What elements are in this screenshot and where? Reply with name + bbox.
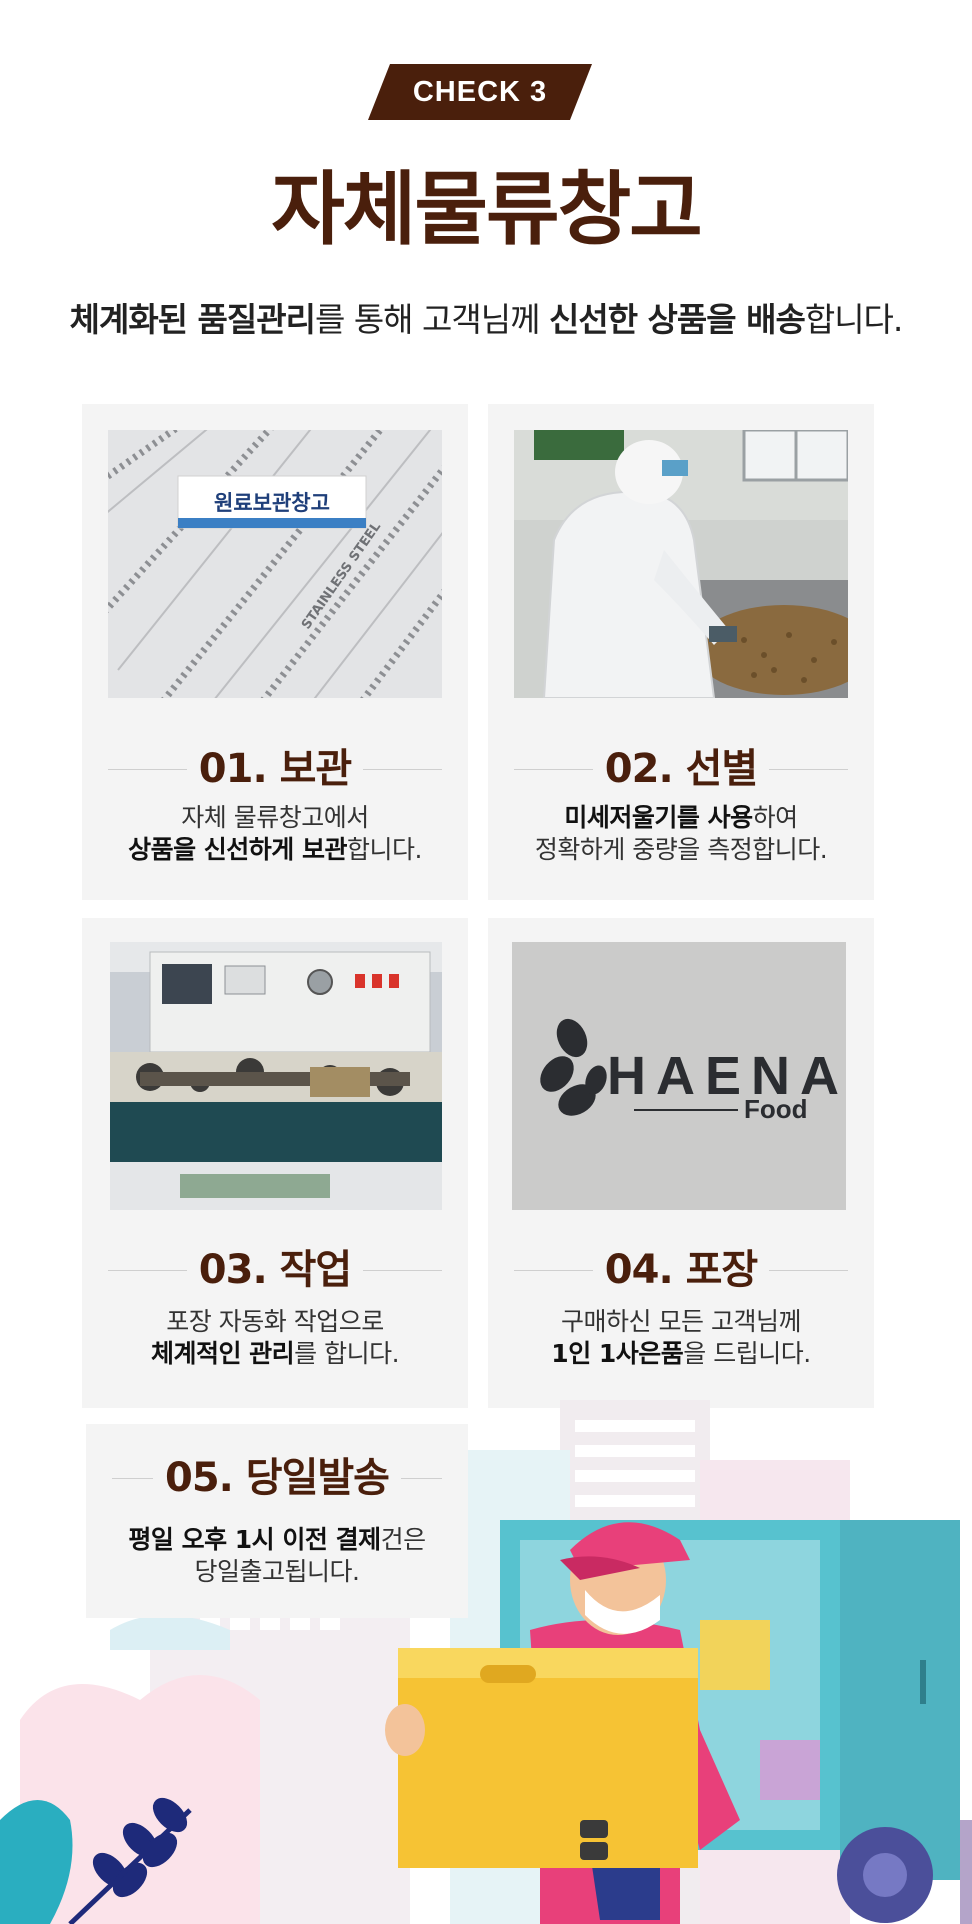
desc-text: 를 합니다. xyxy=(294,1339,400,1368)
step-title: 04. 포장 xyxy=(488,1244,874,1296)
step-title: 05. 당일발송 xyxy=(86,1452,468,1504)
logo-photo: HAENA Food xyxy=(512,942,846,1210)
desc-bold: 평일 오후 1시 이전 결제 xyxy=(128,1525,381,1554)
subtitle-text-2: 합니다. xyxy=(804,300,904,339)
step-card-work: 03. 작업 포장 자동화 작업으로 체계적인 관리를 합니다. xyxy=(82,918,468,1408)
logo-main-text: HAENA xyxy=(607,1046,846,1106)
step-desc-line-2: 상품을 신선하게 보관합니다. xyxy=(82,834,468,866)
desc-text: 합니다. xyxy=(346,835,422,864)
desc-bold: 체계적인 관리 xyxy=(150,1339,295,1368)
desc-text: 건은 xyxy=(380,1525,427,1554)
subtitle-bold-1: 체계화된 품질관리 xyxy=(69,300,316,339)
step-card-dispatch: 05. 당일발송 평일 오후 1시 이전 결제건은 당일출고됩니다. xyxy=(86,1424,468,1618)
step-title-text: 01. 보관 xyxy=(186,746,364,792)
logo-sub-text: Food xyxy=(744,1094,808,1124)
step-desc-line-1: 미세저울기를 사용하여 xyxy=(488,802,874,834)
desc-bold: 미세저울기를 사용 xyxy=(564,803,753,832)
step-desc-line-1: 자체 물류창고에서 xyxy=(82,802,468,834)
step-desc-line-1: 평일 오후 1시 이전 결제건은 xyxy=(86,1524,468,1556)
page-title: 자체물류창고 xyxy=(271,163,703,256)
step-desc-line-1: 포장 자동화 작업으로 xyxy=(82,1306,468,1338)
desc-text: 자체 물류창고에서 xyxy=(181,803,369,832)
step-desc-line-2: 당일출고됩니다. xyxy=(86,1556,468,1588)
desc-text: 구매하신 모든 고객님께 xyxy=(561,1307,801,1336)
warehouse-sign-text: 원료보관창고 xyxy=(214,491,330,515)
subtitle-text-1: 를 통해 고객님께 xyxy=(314,300,549,339)
desc-text: 을 드립니다. xyxy=(683,1339,811,1368)
desc-text: 당일출고됩니다. xyxy=(194,1557,360,1586)
step-card-packing: HAENA Food 04. 포장 구매하신 모든 고객님께 1인 1사은품을 … xyxy=(488,918,874,1408)
badge-label: CHECK 3 xyxy=(412,76,548,108)
step-title-text: 05. 당일발송 xyxy=(153,1455,401,1501)
step-desc-line-2: 정확하게 중량을 측정합니다. xyxy=(488,834,874,866)
page-subtitle: 체계화된 품질관리를 통해 고객님께 신선한 상품을 배송합니다. xyxy=(0,298,972,342)
check-badge: CHECK 3 xyxy=(368,64,592,120)
haena-food-logo-image: HAENA Food xyxy=(512,942,846,1210)
desc-text: 포장 자동화 작업으로 xyxy=(166,1307,384,1336)
desc-bold: 1인 1사은품 xyxy=(551,1339,684,1368)
machine-photo xyxy=(110,942,442,1210)
step-title-text: 02. 선별 xyxy=(592,746,770,792)
subtitle-bold-2: 신선한 상품을 배송 xyxy=(548,300,806,339)
step-card-sorting: 02. 선별 미세저울기를 사용하여 정확하게 중량을 측정합니다. xyxy=(488,404,874,900)
step-title-text: 04. 포장 xyxy=(592,1247,770,1293)
step-desc-line-1: 구매하신 모든 고객님께 xyxy=(488,1306,874,1338)
warehouse-photo: 원료보관창고 STAINLESS STEEL xyxy=(108,430,442,698)
step-desc-line-2: 1인 1사은품을 드립니다. xyxy=(488,1338,874,1370)
desc-text: 하여 xyxy=(752,803,799,832)
sorting-photo xyxy=(514,430,848,698)
step-desc-line-2: 체계적인 관리를 합니다. xyxy=(82,1338,468,1370)
step-title: 01. 보관 xyxy=(82,743,468,795)
worker-sorting-image xyxy=(514,430,848,698)
step-title-text: 03. 작업 xyxy=(186,1247,364,1293)
step-card-storage: 원료보관창고 STAINLESS STEEL 01. 보관 자체 물류창고에서 … xyxy=(82,404,468,900)
step-title: 03. 작업 xyxy=(82,1244,468,1296)
stainless-steel-wall-image: 원료보관창고 STAINLESS STEEL xyxy=(108,430,442,698)
desc-text: 정확하게 중량을 측정합니다. xyxy=(534,835,828,864)
desc-bold: 상품을 신선하게 보관 xyxy=(128,835,347,864)
packaging-machine-image xyxy=(110,942,442,1210)
step-title: 02. 선별 xyxy=(488,743,874,795)
